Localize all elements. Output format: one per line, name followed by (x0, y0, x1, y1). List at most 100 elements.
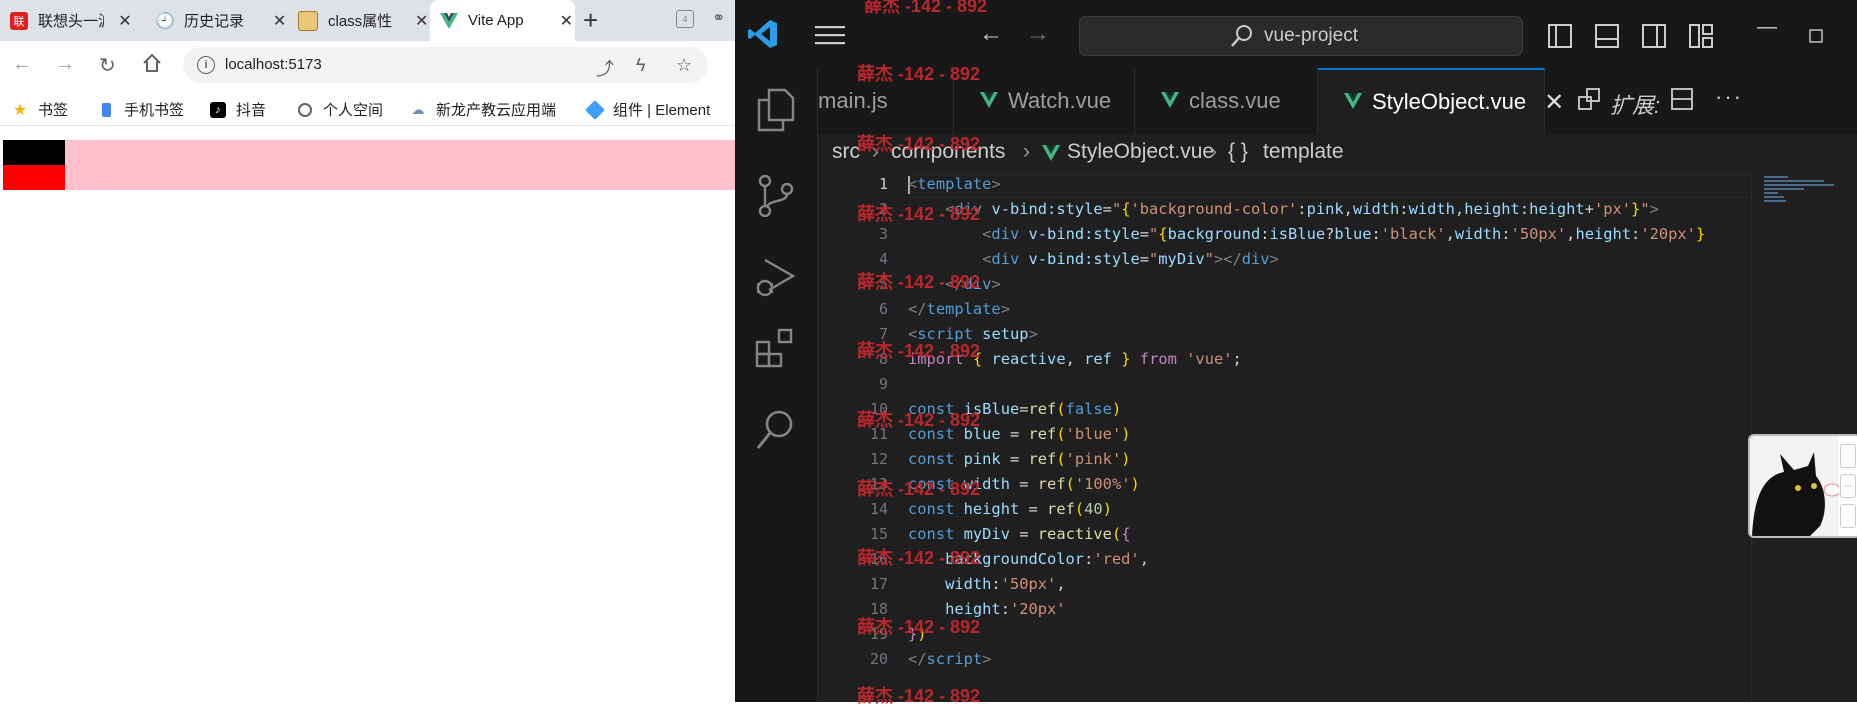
address-url[interactable]: localhost:5173 (225, 56, 322, 73)
code-line: width:'50px', (945, 575, 1066, 593)
toggle-primary-sidebar-icon[interactable] (1548, 24, 1572, 53)
close-icon[interactable]: ✕ (116, 11, 134, 31)
split-editor-icon[interactable] (1671, 88, 1693, 116)
minimize-button[interactable]: — (1757, 16, 1777, 39)
minimap-line (1764, 184, 1834, 186)
vue-file-icon (1042, 143, 1060, 167)
vue-logo-icon (440, 12, 458, 30)
open-changes-icon[interactable] (1578, 88, 1600, 116)
command-center-search[interactable]: vue-project (1079, 16, 1523, 56)
watermark-text: 薛杰 -142 - 892 (857, 341, 981, 361)
breadcrumb-file[interactable]: StyleObject.vue (1067, 140, 1214, 164)
browser-tab-history[interactable]: 🕘 历史记录 ✕ (146, 0, 288, 41)
browser-tab-bar: 联 联想头一波 ✕ 🕘 历史记录 ✕ class属性 ✕ Vite App ✕ … (0, 0, 735, 41)
globe-icon (297, 102, 313, 118)
lightning-icon[interactable]: ϟ (636, 55, 646, 76)
extensions-icon[interactable] (755, 326, 797, 375)
star-icon: ★ (12, 101, 28, 119)
line-number: 14 (869, 500, 888, 518)
bookmark-item[interactable]: ★ 书签 (12, 99, 68, 120)
close-icon[interactable]: ✕ (1544, 88, 1564, 117)
line-number: 20 (869, 650, 888, 668)
share-icon[interactable]: ⤴ (596, 55, 614, 81)
browser-tab-lenovo[interactable]: 联 联想头一波 ✕ (0, 0, 146, 41)
browser-tab-class[interactable]: class属性 ✕ (288, 0, 430, 41)
tab-styleobject-vue[interactable]: StyleObject.vue ✕ (1318, 68, 1564, 134)
tab-counter-icon[interactable]: 4 (676, 10, 694, 28)
activity-bar (735, 68, 818, 702)
close-icon[interactable]: ✕ (558, 11, 575, 31)
tab-class-vue[interactable]: class.vue (1135, 68, 1318, 134)
line-number: 9 (878, 375, 888, 393)
reload-icon[interactable]: ↻ (99, 53, 116, 78)
line-number: 12 (869, 450, 888, 468)
extension-label[interactable]: 扩展: (1610, 88, 1660, 120)
watermark-text: 薛杰 -142 - 892 (857, 686, 981, 706)
red-div (3, 165, 65, 190)
minimap-line (1764, 196, 1784, 198)
toggle-panel-icon[interactable] (1595, 24, 1619, 53)
minimap-line (1764, 188, 1804, 190)
code-editor[interactable]: <template> <div v-bind:style="{'backgrou… (908, 172, 1751, 702)
watermark-text: 薛杰 -142 - 892 (857, 410, 981, 430)
watermark-text: 薛杰 -142 - 892 (857, 479, 981, 499)
minimap-line (1764, 200, 1786, 202)
code-line: <div v-bind:style="{'background-color':p… (945, 200, 1659, 218)
watermark-text: 薛杰 -142 - 892 (857, 617, 981, 637)
forward-arrow-icon[interactable]: → (1026, 20, 1050, 48)
browser-tab-vite[interactable]: Vite App ✕ (430, 0, 575, 41)
tab-watch-vue[interactable]: Watch.vue (954, 68, 1135, 134)
maximize-button[interactable] (1809, 26, 1823, 49)
new-tab-button[interactable]: + (583, 6, 598, 34)
back-icon[interactable]: ← (12, 53, 32, 76)
bookmark-item[interactable]: ☁ 新龙产教云应用端 (410, 99, 557, 120)
widget-button[interactable] (1840, 504, 1856, 528)
watermark-text: 薛杰 -142 - 892 (857, 134, 981, 154)
bookmark-item[interactable]: 手机书签 (98, 99, 184, 120)
bookmark-item[interactable]: 组件 | Element (585, 99, 710, 120)
home-icon[interactable] (142, 53, 162, 79)
minimap-line (1764, 180, 1824, 182)
run-debug-icon[interactable] (755, 256, 797, 305)
code-line: <div v-bind:style="myDiv"></div> (982, 250, 1279, 268)
more-actions-icon[interactable]: ··· (1715, 84, 1743, 110)
close-icon[interactable]: ✕ (271, 11, 288, 31)
clock-icon: 🕘 (155, 12, 175, 30)
breadcrumb-template[interactable]: template (1263, 140, 1344, 164)
info-icon[interactable]: i (197, 56, 215, 74)
black-div (3, 140, 65, 165)
incognito-icon[interactable]: ⚭ (712, 8, 725, 28)
phone-icon (98, 102, 114, 118)
forward-icon[interactable]: → (55, 53, 75, 76)
close-icon[interactable]: ✕ (413, 11, 430, 31)
address-row: ← → ↻ i localhost:5173 ⤴ ϟ ☆ (0, 41, 735, 91)
line-number: 17 (869, 575, 888, 593)
code-line: const pink = ref('pink') (908, 450, 1131, 468)
source-control-icon[interactable] (755, 173, 795, 222)
widget-button[interactable] (1840, 444, 1856, 468)
lenovo-icon: 联 (10, 11, 28, 30)
line-number: 6 (878, 300, 888, 318)
code-line: <template> (908, 175, 1001, 193)
watermark-text: 薛杰 -142 - 892 (857, 272, 981, 292)
toggle-secondary-sidebar-icon[interactable] (1642, 24, 1666, 53)
watermark-text: 薛杰 -142 - 892 (857, 64, 981, 84)
star-icon[interactable]: ☆ (676, 55, 692, 76)
customize-layout-icon[interactable] (1689, 24, 1713, 53)
cat-image-icon (1750, 436, 1841, 536)
explorer-icon[interactable] (755, 88, 795, 137)
menu-icon[interactable] (815, 24, 845, 51)
search-icon[interactable] (755, 408, 797, 457)
floating-widget[interactable]: ⋯ (1748, 434, 1857, 538)
vscode-logo-icon (747, 18, 779, 55)
search-icon (1230, 24, 1254, 53)
chevron-right-icon: › (1023, 140, 1030, 163)
back-arrow-icon[interactable]: ← (979, 20, 1003, 48)
address-bar[interactable]: i localhost:5173 ⤴ ϟ ☆ (183, 47, 708, 83)
bookmark-item[interactable]: 个人空间 (297, 99, 383, 120)
widget-button[interactable]: ⋯ (1840, 474, 1856, 498)
breadcrumb-src[interactable]: src (832, 140, 860, 164)
code-line: </template> (908, 300, 1010, 318)
bookmark-item[interactable]: ♪ 抖音 (210, 99, 266, 120)
